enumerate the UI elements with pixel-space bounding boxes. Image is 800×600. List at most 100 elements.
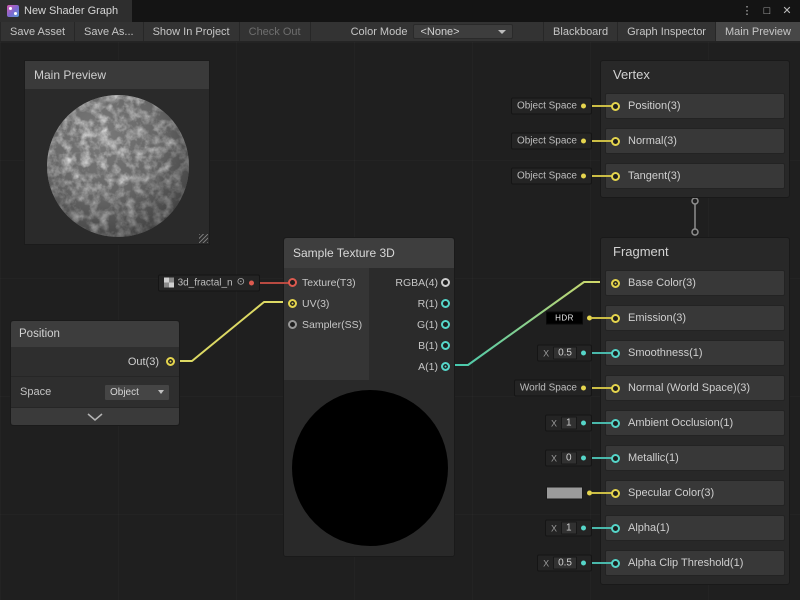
vertex-block-tangent[interactable]: Tangent(3) Object Space xyxy=(605,163,785,189)
sample-node-title[interactable]: Sample Texture 3D xyxy=(284,238,454,268)
port-texture[interactable] xyxy=(288,278,297,287)
port-rgba[interactable] xyxy=(441,278,450,287)
port-ambient-occlusion[interactable] xyxy=(611,419,620,428)
maximize-icon[interactable]: □ xyxy=(758,2,776,20)
fragment-block-alpha[interactable]: Alpha(1) X 1 xyxy=(605,515,785,541)
output-row-r[interactable]: R(1) xyxy=(369,293,454,314)
fragment-block-specular-color[interactable]: Specular Color(3) xyxy=(605,480,785,506)
object-space-chip[interactable]: Object Space xyxy=(511,98,592,115)
value-field[interactable]: 0 xyxy=(561,452,577,465)
save-asset-button[interactable]: Save Asset xyxy=(0,22,75,41)
metallic-value-chip[interactable]: X 0 xyxy=(545,450,592,467)
output-row-a[interactable]: A(1) xyxy=(369,356,454,377)
output-row-g[interactable]: G(1) xyxy=(369,314,454,335)
port-alpha-clip-threshold[interactable] xyxy=(611,559,620,568)
value-field[interactable]: 1 xyxy=(561,522,577,535)
fragment-node-title[interactable]: Fragment xyxy=(605,238,785,266)
specular-color-chip[interactable] xyxy=(546,485,592,502)
document-tab[interactable]: New Shader Graph xyxy=(0,0,132,22)
port-tangent[interactable] xyxy=(611,172,620,181)
vertex-block-position[interactable]: Position(3) Object Space xyxy=(605,93,785,119)
port-smoothness[interactable] xyxy=(611,349,620,358)
alpha-clip-value-chip[interactable]: X 0.5 xyxy=(537,555,592,572)
fragment-block-normal-world[interactable]: Normal (World Space)(3) World Space xyxy=(605,375,785,401)
sample-texture-3d-node[interactable]: Sample Texture 3D Texture(T3) 3d_fractal… xyxy=(283,237,455,557)
port-position[interactable] xyxy=(611,102,620,111)
port-emission[interactable] xyxy=(611,314,620,323)
texture-asset-chip[interactable]: 3d_fractal_n ⊙ xyxy=(158,274,260,291)
value-field[interactable]: 1 xyxy=(561,417,577,430)
node-preview[interactable] xyxy=(284,380,454,556)
alpha-value-chip[interactable]: X 1 xyxy=(545,520,592,537)
toolbar-right-group: Blackboard Graph Inspector Main Preview xyxy=(543,22,800,41)
chip-label: Object Space xyxy=(517,136,577,147)
input-row-texture[interactable]: Texture(T3) 3d_fractal_n ⊙ xyxy=(284,272,369,293)
fragment-block-smoothness[interactable]: Smoothness(1) X 0.5 xyxy=(605,340,785,366)
graph-inspector-toggle-button[interactable]: Graph Inspector xyxy=(617,22,715,41)
input-row-uv[interactable]: UV(3) xyxy=(284,293,369,314)
object-space-chip[interactable]: Object Space xyxy=(511,168,592,185)
fragment-block-base-color[interactable]: Base Color(3) xyxy=(605,270,785,296)
space-setting-row: Space Object xyxy=(11,377,179,408)
main-preview-body[interactable] xyxy=(25,89,209,244)
world-space-chip[interactable]: World Space xyxy=(514,380,592,397)
output-row-out[interactable]: Out(3) xyxy=(11,347,179,377)
value-field[interactable]: 0.5 xyxy=(553,347,577,360)
main-preview-toggle-button[interactable]: Main Preview xyxy=(715,22,800,41)
graph-canvas[interactable]: Main Preview xyxy=(0,42,800,600)
port-normal-world[interactable] xyxy=(611,384,620,393)
ao-value-chip[interactable]: X 1 xyxy=(545,415,592,432)
color-mode-value: <None> xyxy=(420,26,459,38)
hdr-color-field[interactable]: HDR xyxy=(546,312,583,325)
chevron-down-icon xyxy=(87,413,103,421)
port-base-color[interactable] xyxy=(611,279,620,288)
vertex-block-normal[interactable]: Normal(3) Object Space xyxy=(605,128,785,154)
save-as-button[interactable]: Save As... xyxy=(75,22,144,41)
menu-icon[interactable]: ⋮ xyxy=(738,2,756,20)
port-metallic[interactable] xyxy=(611,454,620,463)
port-uv[interactable] xyxy=(288,299,297,308)
object-space-chip[interactable]: Object Space xyxy=(511,133,592,150)
preview-sphere[interactable] xyxy=(45,93,191,239)
position-node-title[interactable]: Position xyxy=(11,321,179,347)
resize-handle[interactable] xyxy=(199,234,208,243)
vertex-node[interactable]: Vertex Position(3) Object Space Normal(3… xyxy=(600,60,790,198)
edge-position-out-to-uv[interactable] xyxy=(172,302,288,361)
check-out-button: Check Out xyxy=(240,22,311,41)
close-icon[interactable]: ✕ xyxy=(778,2,796,20)
emission-hdr-chip[interactable]: HDR xyxy=(546,310,592,327)
input-row-sampler[interactable]: Sampler(SS) xyxy=(284,314,369,335)
fragment-block-alpha-clip[interactable]: Alpha Clip Threshold(1) X 0.5 xyxy=(605,550,785,576)
port-label: R(1) xyxy=(418,298,438,310)
output-row-rgba[interactable]: RGBA(4) xyxy=(369,272,454,293)
port-out[interactable] xyxy=(166,357,175,366)
fragment-node[interactable]: Fragment Base Color(3) Emission(3) HDR xyxy=(600,237,790,585)
port-r[interactable] xyxy=(441,299,450,308)
fragment-block-ambient-occlusion[interactable]: Ambient Occlusion(1) X 1 xyxy=(605,410,785,436)
fragment-block-emission[interactable]: Emission(3) HDR xyxy=(605,305,785,331)
port-sampler[interactable] xyxy=(288,320,297,329)
output-row-b[interactable]: B(1) xyxy=(369,335,454,356)
vertex-node-title[interactable]: Vertex xyxy=(605,61,785,89)
port-normal[interactable] xyxy=(611,137,620,146)
port-g[interactable] xyxy=(441,320,450,329)
main-preview-header[interactable]: Main Preview xyxy=(25,61,209,89)
space-dropdown[interactable]: Object xyxy=(104,384,170,401)
input-column: Texture(T3) 3d_fractal_n ⊙ UV(3) xyxy=(284,268,369,380)
show-in-project-button[interactable]: Show In Project xyxy=(144,22,240,41)
color-swatch[interactable] xyxy=(546,487,583,500)
value-field[interactable]: 0.5 xyxy=(553,557,577,570)
port-a[interactable] xyxy=(441,362,450,371)
port-specular-color[interactable] xyxy=(611,489,620,498)
color-mode-dropdown[interactable]: <None> xyxy=(413,24,513,39)
fragment-block-metallic[interactable]: Metallic(1) X 0 xyxy=(605,445,785,471)
block-label: Emission(3) xyxy=(628,312,686,324)
collapse-preview-button[interactable] xyxy=(11,408,179,425)
port-label: UV(3) xyxy=(302,298,329,310)
port-b[interactable] xyxy=(441,341,450,350)
port-alpha[interactable] xyxy=(611,524,620,533)
blackboard-toggle-button[interactable]: Blackboard xyxy=(543,22,617,41)
position-node[interactable]: Position Out(3) Space Object xyxy=(10,320,180,426)
object-picker-icon[interactable]: ⊙ xyxy=(237,278,245,288)
smoothness-value-chip[interactable]: X 0.5 xyxy=(537,345,592,362)
